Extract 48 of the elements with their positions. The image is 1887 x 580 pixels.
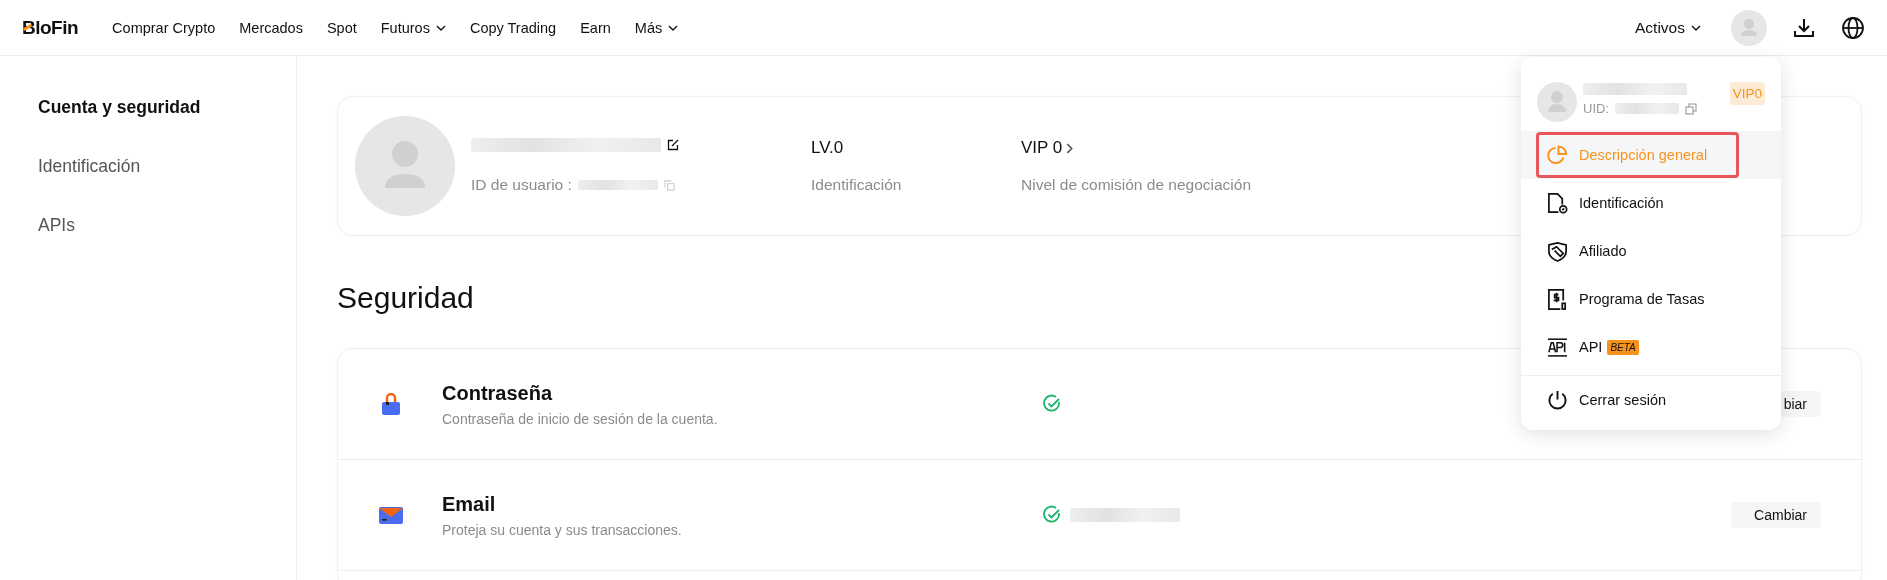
document-check-icon: [1547, 192, 1568, 214]
edit-icon[interactable]: [667, 139, 679, 151]
nav-link[interactable]: Futuros: [380, 19, 446, 36]
uid-label: UID:: [1583, 101, 1609, 116]
download-icon[interactable]: [1793, 16, 1815, 39]
setting-description: Proteja su cuenta y sus transacciones.: [442, 521, 683, 538]
nav-link[interactable]: Spot: [326, 19, 357, 36]
handshake-shield-icon: [1547, 240, 1568, 262]
dollar-document-icon: [1547, 288, 1568, 310]
change-button[interactable]: Cambiar: [1731, 502, 1821, 528]
nav-link[interactable]: Más: [634, 19, 679, 36]
setting-title: Contraseña: [442, 381, 554, 405]
globe-icon[interactable]: [1841, 15, 1865, 40]
menu-item[interactable]: API BETA: [1521, 323, 1781, 371]
nav-link[interactable]: Copy Trading: [469, 19, 557, 36]
redacted-id: [1615, 103, 1679, 114]
power-icon: [1547, 389, 1568, 411]
logout-item[interactable]: Cerrar sesión: [1521, 376, 1781, 424]
nav-link[interactable]: Mercados: [239, 19, 303, 36]
setting-title: Email: [442, 492, 497, 516]
pie-chart-icon: [1547, 144, 1568, 166]
vip-level-link[interactable]: VIP 0: [1021, 138, 1063, 158]
logo[interactable]: BloFin: [22, 16, 79, 39]
menu-item[interactable]: Programa de Tasas: [1521, 275, 1781, 323]
sidebar-item[interactable]: APIs: [38, 214, 75, 237]
sidebar-item[interactable]: Cuenta y seguridad: [38, 96, 201, 119]
nav-link[interactable]: Earn: [580, 19, 611, 36]
menu-item[interactable]: Afiliado: [1521, 227, 1781, 275]
chevron-down-icon: [435, 24, 446, 31]
avatar-icon: [355, 116, 455, 216]
avatar-icon: [1537, 82, 1577, 122]
vip-badge: VIP0: [1729, 82, 1765, 105]
menu-item[interactable]: Identificación: [1521, 179, 1781, 227]
api-icon: [1547, 336, 1568, 358]
assets-menu[interactable]: Activos: [1635, 18, 1701, 37]
beta-badge: BETA: [1607, 339, 1639, 355]
setting-description: Contraseña de inicio de sesión de la cuenta.: [442, 410, 719, 427]
chevron-down-icon: [1691, 24, 1701, 31]
user-id-label: ID de usuario :: [471, 176, 572, 194]
envelope-icon: [378, 505, 404, 525]
stat-label: Nivel de comisión de negociación: [1021, 176, 1252, 194]
nav-link[interactable]: Comprar Crypto: [112, 19, 216, 36]
chevron-down-icon: [668, 24, 679, 31]
stat-label: Identificación: [811, 176, 903, 194]
level-value: LV.0: [811, 138, 844, 158]
section-title: Seguridad: [337, 280, 474, 316]
chevron-right-icon[interactable]: [1066, 142, 1074, 154]
sidebar-item[interactable]: Identificación: [38, 155, 141, 178]
